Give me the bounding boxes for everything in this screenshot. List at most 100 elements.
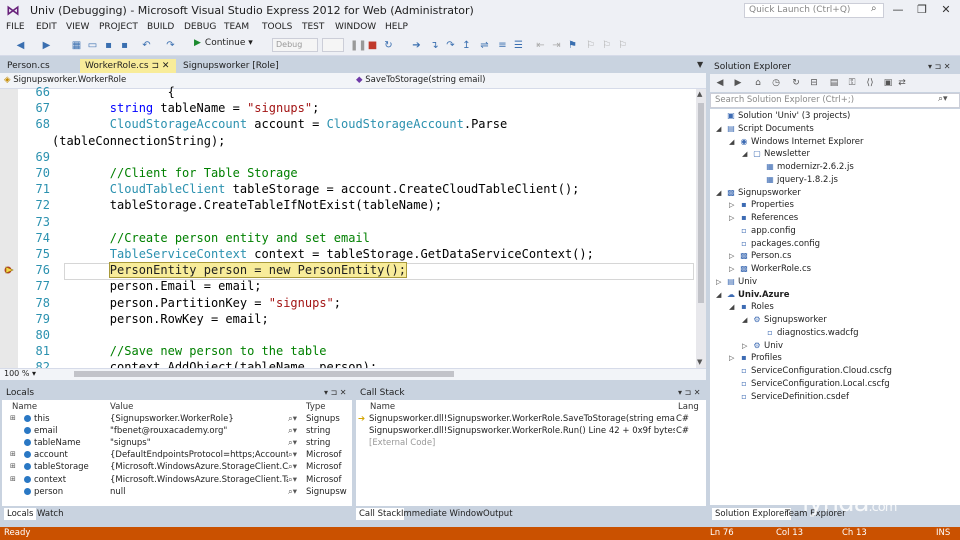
tree-expander-icon[interactable]: ◢	[729, 303, 739, 311]
visualizer-icon[interactable]: ⌕▾	[288, 438, 300, 450]
tree-expander-icon[interactable]: ◢	[729, 138, 739, 146]
search-icon[interactable]: ⌕	[871, 3, 877, 14]
next-bookmark-icon[interactable]: ⚐	[600, 39, 613, 52]
code-line[interactable]: 80	[18, 327, 696, 343]
open-icon[interactable]: ▭	[86, 39, 99, 52]
save-all-icon[interactable]: ▪	[118, 39, 131, 52]
step-into-icon[interactable]: ↴	[428, 39, 441, 52]
indicator-margin[interactable]	[0, 89, 18, 368]
tree-node[interactable]: ▷ ▪ Properties	[729, 200, 794, 213]
code-line[interactable]: 74 //Create person entity and set email	[18, 230, 696, 246]
restart-icon[interactable]: ↻	[382, 39, 395, 52]
code-line[interactable]: (tableConnectionString);	[18, 133, 696, 149]
search-icon[interactable]: ⌕▾	[938, 94, 948, 104]
se-pending-icon[interactable]: ◷	[770, 77, 782, 89]
tree-node[interactable]: ◢ ▩ Signupsworker	[716, 188, 801, 201]
tree-expander-icon[interactable]: ▷	[729, 265, 739, 273]
tree-expander-icon[interactable]: ▷	[742, 342, 752, 350]
tree-expander-icon[interactable]: ▷	[729, 214, 739, 222]
callstack-row[interactable]: [External Code]	[358, 438, 704, 450]
expander-icon[interactable]: ⊞	[10, 475, 16, 487]
redo-icon[interactable]: ↷	[164, 39, 177, 52]
step-out-icon[interactable]: ↥	[460, 39, 473, 52]
local-value[interactable]: "signups"	[110, 438, 288, 450]
tree-expander-icon[interactable]: ◢	[716, 189, 726, 197]
locals-row[interactable]: tableName "signups" ⌕▾ string	[4, 438, 350, 450]
code-line[interactable]: 78 person.PartitionKey = "signups";	[18, 295, 696, 311]
tab-solution-explorer[interactable]: Solution Explorer	[712, 508, 791, 520]
se-view-designer-icon[interactable]: ▣	[882, 77, 894, 89]
local-value[interactable]: "fbenet@rouxacademy.org"	[110, 426, 288, 438]
tree-node[interactable]: ▫ ServiceConfiguration.Local.cscfg	[729, 379, 889, 392]
code-line[interactable]: 68 CloudStorageAccount account = CloudSt…	[18, 116, 696, 132]
code-line[interactable]: 71 CloudTableClient tableStorage = accou…	[18, 181, 696, 197]
locals-row[interactable]: ⊞ context {Microsoft.WindowsAzure.StorageC…	[4, 475, 350, 487]
back-icon[interactable]: ◀	[14, 39, 27, 52]
format-left-icon[interactable]: ⇤	[534, 39, 547, 52]
code-line[interactable]: 81 //Save new person to the table	[18, 343, 696, 359]
code-line[interactable]: 67 string tableName = "signups";	[18, 100, 696, 116]
callstack-col-name[interactable]: Name	[370, 402, 395, 412]
solution-config-dropdown[interactable]: Debug	[272, 38, 318, 52]
tree-expander-icon[interactable]: ▷	[729, 252, 739, 260]
bookmark-icon[interactable]: ⚑	[566, 39, 579, 52]
tree-node[interactable]: ▦ jquery-1.8.2.js	[755, 175, 838, 188]
callstack-row[interactable]: ➔ Signupsworker.dll!Signupsworker.WorkerR…	[358, 414, 704, 426]
hex-display-icon[interactable]: ⇌	[478, 39, 491, 52]
tree-node[interactable]: ▫ diagnostics.wadcfg	[755, 328, 858, 341]
tree-node[interactable]: ▷ ▩ Person.cs	[729, 251, 791, 264]
menu-test[interactable]: TEST	[302, 22, 324, 32]
expander-icon[interactable]: ⊞	[10, 414, 16, 426]
tree-node[interactable]: ◢ ◉ Windows Internet Explorer	[729, 137, 864, 150]
expander-icon[interactable]: ⊞	[10, 462, 16, 474]
tab-workerrole-cs[interactable]: WorkerRole.cs ⊐ ✕	[80, 59, 176, 73]
locals-col-type[interactable]: Type	[306, 402, 326, 412]
local-value[interactable]: {DefaultEndpointsProtocol=https;AccountN…	[110, 450, 288, 462]
tab-person-cs[interactable]: Person.cs	[2, 59, 55, 73]
locals-row[interactable]: ⊞ tableStorage {Microsoft.WindowsAzure.Sto…	[4, 462, 350, 474]
tree-expander-icon[interactable]: ◢	[716, 291, 726, 299]
zoom-dropdown[interactable]: 100 % ▾	[4, 369, 36, 378]
menu-team[interactable]: TEAM	[224, 22, 249, 32]
se-view-code-icon[interactable]: ⟨⟩	[864, 77, 876, 89]
platform-dropdown[interactable]	[322, 38, 344, 52]
breakpoint-current-statement-icon[interactable]	[4, 266, 14, 274]
local-value[interactable]: {Microsoft.WindowsAzure.StorageClient.Ta…	[110, 475, 288, 487]
forward-icon[interactable]: ▶	[40, 39, 53, 52]
expander-icon[interactable]: ⊞	[10, 450, 16, 462]
tree-node[interactable]: ◢ ▤ Script Documents	[716, 124, 814, 137]
code-line[interactable]: 66 {	[18, 84, 696, 100]
callstack-col-lang[interactable]: Lang	[678, 402, 699, 412]
locals-row[interactable]: ⊞ account {DefaultEndpointsProtocol=https;…	[4, 450, 350, 462]
se-properties-icon[interactable]: ⚿	[846, 77, 858, 89]
code-line[interactable]: 72 tableStorage.CreateTableIfNotExist(ta…	[18, 197, 696, 213]
prev-bookmark-icon[interactable]: ⚐	[584, 39, 597, 52]
undo-icon[interactable]: ↶	[140, 39, 153, 52]
tab-watch[interactable]: Watch	[34, 508, 66, 520]
se-show-all-icon[interactable]: ▤	[828, 77, 840, 89]
tree-node[interactable]: ◢ ☁ Univ.Azure	[716, 290, 789, 303]
tree-node[interactable]: ▫ packages.config	[729, 239, 820, 252]
tree-node[interactable]: ▦ modernizr-2.6.2.js	[755, 162, 854, 175]
tree-node[interactable]: ◢ ▢ Newsletter	[742, 149, 810, 162]
locals-col-name[interactable]: Name	[12, 402, 37, 412]
continue-button[interactable]: ▶ Continue ▾	[194, 38, 253, 52]
threads-icon[interactable]: ≡	[496, 39, 509, 52]
scroll-down-icon[interactable]: ▼	[697, 358, 702, 366]
code-line[interactable]: 76 PersonEntity person = new PersonEntit…	[18, 262, 696, 279]
callstack-panel-controls[interactable]: ▾ ⊐ ✕	[678, 388, 701, 397]
code-line[interactable]: 73	[18, 214, 696, 230]
pin-icon[interactable]: ⊐	[151, 61, 159, 71]
format-right-icon[interactable]: ⇥	[550, 39, 563, 52]
save-icon[interactable]: ▪	[102, 39, 115, 52]
visualizer-icon[interactable]: ⌕▾	[288, 414, 300, 426]
tree-node[interactable]: ◢ ▪ Roles	[729, 302, 774, 315]
tree-expander-icon[interactable]: ◢	[742, 316, 752, 324]
visualizer-icon[interactable]: ⌕▾	[288, 475, 300, 487]
menu-help[interactable]: HELP	[385, 22, 408, 32]
step-over-icon[interactable]: ↷	[444, 39, 457, 52]
tree-node[interactable]: ▷ ▪ Profiles	[729, 353, 782, 366]
tree-node[interactable]: ▫ app.config	[729, 226, 795, 239]
menu-window[interactable]: WINDOW	[335, 22, 376, 32]
editor-scroll-thumb[interactable]	[698, 103, 704, 303]
